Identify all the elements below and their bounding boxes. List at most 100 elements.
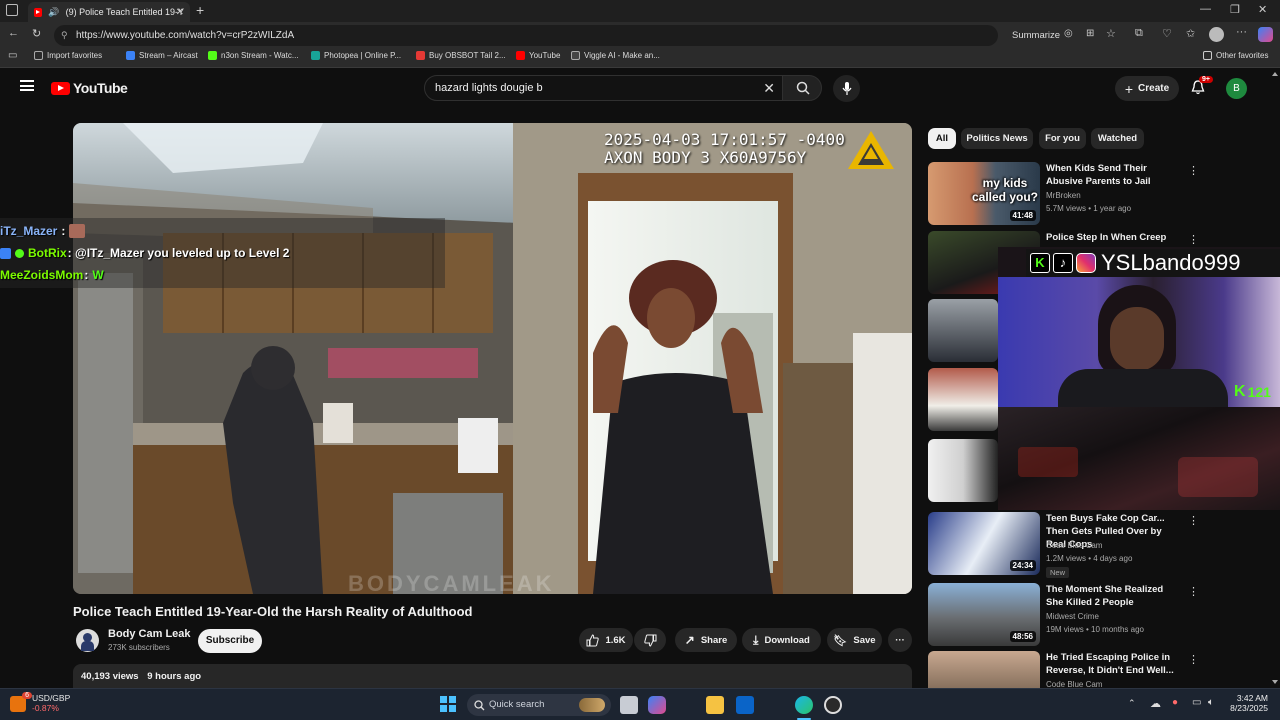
recommendation-item[interactable]: 48:56 The Moment She Realized She Killed… (928, 583, 1273, 648)
favorite-star-icon[interactable]: ☆ (1106, 27, 1116, 40)
clock[interactable]: 3:42 AM 8/23/2025 (1226, 693, 1268, 713)
apps-icon[interactable]: ⊞ (1086, 28, 1094, 39)
like-button[interactable]: 1.6K (579, 628, 633, 652)
bookmark-obsbot[interactable]: Buy OBSBOT Tail 2... (416, 51, 506, 60)
display-icon[interactable]: ▭ (1192, 697, 1201, 708)
rec-menu-icon[interactable]: ⋮ (1188, 653, 1199, 666)
new-tab-button[interactable]: + (196, 2, 204, 18)
recommendation-item[interactable]: 24:34 Teen Buys Fake Cop Car... Then Get… (928, 512, 1273, 578)
create-button[interactable]: + Create (1115, 76, 1179, 101)
summarize-button[interactable]: Summarize (1012, 30, 1060, 41)
download-button[interactable]: ⤓ Download (742, 628, 821, 652)
folder-icon (1203, 51, 1212, 60)
favorites-icon[interactable]: ✩ (1186, 27, 1195, 40)
file-explorer-icon[interactable] (706, 696, 724, 714)
clear-search-icon[interactable]: ✕ (763, 76, 775, 100)
obsbot-icon (416, 51, 425, 60)
rec-menu-icon[interactable]: ⋮ (1188, 514, 1199, 527)
tray-overflow-icon[interactable]: ⌃ (1128, 698, 1136, 709)
copilot-icon[interactable] (1258, 27, 1273, 42)
bookmark-photopea[interactable]: Photopea | Online P... (311, 51, 401, 60)
close-window-button[interactable]: ✕ (1258, 3, 1267, 16)
site-info-icon[interactable]: ⚲ (61, 25, 68, 46)
chip-watched[interactable]: Watched (1091, 128, 1144, 149)
taskbar-search-placeholder: Quick search (489, 699, 545, 710)
sidebar-toggle-icon[interactable]: ▭ (8, 50, 17, 61)
maximize-button[interactable]: ❐ (1230, 3, 1240, 16)
bookmark-aircast[interactable]: Stream – Aircast (126, 51, 198, 60)
microphone-icon (842, 81, 851, 95)
video-thumbnail[interactable] (928, 439, 998, 502)
description-box[interactable]: 40,193 views 9 hours ago (73, 664, 912, 688)
chip-politics-news[interactable]: Politics News (961, 128, 1033, 149)
outlook-icon[interactable] (736, 696, 754, 714)
minimize-button[interactable]: — (1200, 3, 1211, 15)
page-scrollbar[interactable] (1272, 70, 1278, 686)
dislike-button[interactable] (634, 628, 666, 652)
profile-icon[interactable] (1209, 27, 1224, 42)
rec-meta: 1.2M views • 4 days ago (1046, 554, 1133, 563)
youtube-icon (516, 51, 525, 60)
share-button[interactable]: ↗ Share (675, 628, 737, 652)
taskbar-search[interactable]: Quick search (467, 694, 611, 716)
browser-tab-active[interactable]: 🔊 (9) Police Teach Entitled 19-Y ✕ (28, 2, 190, 22)
bookmark-n3on[interactable]: n3on Stream - Watc... (208, 51, 299, 60)
chip-for-you[interactable]: For you (1039, 128, 1086, 149)
save-button[interactable]: 🔖︎ Save (827, 628, 882, 652)
search-input[interactable]: hazard lights dougie b ✕ (424, 75, 784, 101)
recommendation-item[interactable]: He Tried Escaping Police in Reverse, It … (928, 651, 1273, 688)
edge-icon[interactable] (795, 696, 813, 714)
task-view-icon[interactable] (620, 696, 638, 714)
notifications-button[interactable]: 9+ (1191, 76, 1213, 100)
video-player[interactable]: 2025-04-03 17:01:57 -0400 AXON BODY 3 X6… (73, 123, 912, 594)
stock-widget[interactable]: 6 USD/GBP -0.87% (10, 692, 70, 713)
rec-menu-icon[interactable]: ⋮ (1188, 164, 1199, 177)
account-avatar[interactable]: B (1226, 78, 1247, 99)
speaker-icon[interactable]: 🔈︎ (1208, 697, 1214, 708)
chat-username: BotRix (28, 246, 67, 260)
bookmark-youtube[interactable]: YouTube (516, 51, 560, 60)
chat-message: MeeZoidsMom : W (0, 268, 104, 282)
tab-audio-icon[interactable]: 🔊 (48, 7, 59, 18)
recommendation-item[interactable]: my kids called you? 41:48 When Kids Send… (928, 162, 1273, 227)
video-thumbnail[interactable] (928, 368, 998, 431)
address-bar[interactable]: ⚲ https://www.youtube.com/watch?v=crP2zW… (54, 25, 998, 46)
bookmark-viggle[interactable]: Viggle AI - Make an... (571, 51, 660, 60)
microphone-tray-icon[interactable]: ● (1172, 697, 1178, 708)
onedrive-icon[interactable]: ☁ (1150, 697, 1161, 710)
search-button[interactable] (782, 75, 822, 101)
obs-icon[interactable] (824, 696, 842, 714)
bookmark-import[interactable]: Import favorites (34, 51, 102, 60)
video-thumbnail[interactable]: 24:34 (928, 512, 1040, 575)
back-button[interactable]: ← (8, 27, 19, 39)
other-favorites[interactable]: Other favorites (1203, 51, 1268, 60)
copilot-app-icon[interactable] (648, 696, 666, 714)
channel-avatar[interactable] (76, 629, 99, 652)
menu-icon[interactable] (20, 80, 34, 91)
notification-count: 9+ (1199, 76, 1213, 83)
rec-title: When Kids Send Their Abusive Parents to … (1046, 163, 1151, 187)
more-options-icon[interactable]: ··· (1236, 26, 1247, 38)
youtube-logo[interactable]: YouTube (51, 80, 128, 96)
browser-essentials-icon[interactable]: ♡ (1162, 27, 1172, 40)
video-thumbnail[interactable]: 48:56 (928, 583, 1040, 646)
rec-menu-icon[interactable]: ⋮ (1188, 233, 1199, 246)
copilot-summarize-icon[interactable]: ◎ (1064, 28, 1073, 39)
rec-menu-icon[interactable]: ⋮ (1188, 585, 1199, 598)
kick-viewers-icon: K (1234, 383, 1246, 400)
subscribe-button[interactable]: Subscribe (198, 629, 262, 653)
start-button[interactable] (440, 696, 456, 712)
video-thumbnail[interactable] (928, 299, 998, 362)
tab-close-icon[interactable]: ✕ (176, 7, 184, 18)
voice-search-button[interactable] (833, 75, 860, 102)
video-thumbnail[interactable] (928, 651, 1040, 688)
more-actions-button[interactable]: ··· (888, 628, 912, 652)
channel-name[interactable]: Body Cam Leak (108, 628, 191, 640)
extensions-icon[interactable]: ⧉ (1135, 27, 1143, 40)
video-title: Police Teach Entitled 19-Year-Old the Ha… (73, 604, 473, 619)
tab-actions-icon[interactable] (6, 4, 18, 16)
chip-all[interactable]: All (928, 128, 956, 149)
refresh-button[interactable]: ↻ (32, 27, 41, 40)
video-thumbnail[interactable]: my kids called you? 41:48 (928, 162, 1040, 225)
video-frame-scene (73, 123, 912, 594)
